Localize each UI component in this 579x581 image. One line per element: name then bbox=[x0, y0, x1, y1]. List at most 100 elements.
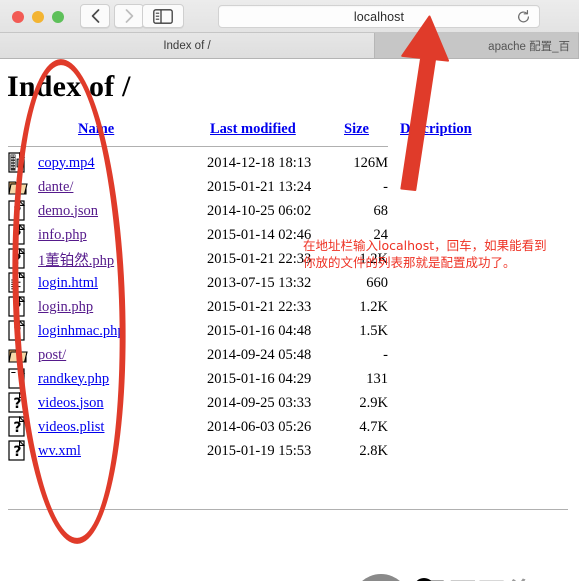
close-window-icon[interactable] bbox=[12, 11, 24, 23]
file-link[interactable]: randkey.php bbox=[38, 371, 109, 387]
file-link[interactable]: post/ bbox=[38, 347, 66, 363]
annotation-note: 在地址栏输入localhost，回车，如果能看到 你放的文件的列表那就是配置成功… bbox=[303, 237, 565, 271]
file-link[interactable]: demo.json bbox=[38, 203, 98, 219]
sidebar-toggle-button[interactable] bbox=[142, 4, 184, 28]
page-content: Index of / Name Last modified Size Descr… bbox=[0, 59, 579, 581]
chevron-right-icon bbox=[125, 9, 133, 23]
unknown-icon: ? bbox=[0, 247, 38, 271]
page-title: Index of / bbox=[7, 70, 131, 103]
tab-label: apache 配置_百 bbox=[488, 40, 570, 53]
file-link[interactable]: info.php bbox=[38, 227, 87, 243]
tab-label: Index of / bbox=[163, 39, 211, 52]
file-modified-cell: 2013-07-15 13:32 bbox=[207, 274, 312, 291]
text-icon bbox=[0, 271, 38, 295]
file-description-cell bbox=[392, 391, 510, 415]
column-header-last-modified[interactable]: Last modified bbox=[204, 121, 338, 144]
browser-toolbar: localhost bbox=[0, 0, 579, 33]
file-name-cell: randkey.php bbox=[38, 367, 204, 391]
window-controls bbox=[12, 11, 64, 23]
file-name-cell: dante/ bbox=[38, 175, 204, 199]
svg-text:?: ? bbox=[13, 204, 21, 220]
watermark: 黑区网络 www.heiqu.com Linux 公社 www.Linuxidc… bbox=[352, 564, 579, 581]
annotation-note-line-1: 在地址栏输入localhost，回车，如果能看到 bbox=[303, 238, 547, 253]
tab-apache-config[interactable]: apache 配置_百 bbox=[375, 33, 579, 58]
svg-text:?: ? bbox=[13, 300, 21, 316]
directory-listing-table: Name Last modified Size Description copy… bbox=[0, 121, 510, 463]
chevron-left-icon bbox=[91, 9, 99, 23]
file-size-cell: 660 bbox=[366, 274, 388, 291]
file-modified-cell: 2015-01-16 04:48 bbox=[207, 322, 312, 339]
unknown-icon: ? bbox=[0, 223, 38, 247]
reload-button[interactable] bbox=[516, 9, 531, 24]
file-name-cell: login.html bbox=[38, 271, 204, 295]
minimize-window-icon[interactable] bbox=[32, 11, 44, 23]
file-link[interactable]: videos.plist bbox=[38, 419, 104, 435]
table-row: randkey.php 2015-01-16 04:29 131 bbox=[0, 367, 510, 391]
file-size-cell: 1.5K bbox=[359, 322, 388, 339]
file-modified-cell: 2014-09-24 05:48 bbox=[207, 346, 312, 363]
file-description-cell bbox=[392, 295, 510, 319]
file-name-cell: login.php bbox=[38, 295, 204, 319]
file-link[interactable]: login.php bbox=[38, 299, 93, 315]
file-description-cell bbox=[392, 199, 510, 223]
file-name-cell: demo.json bbox=[38, 199, 204, 223]
file-name-cell: loginhmac.php bbox=[38, 319, 204, 343]
sort-by-date-link[interactable]: Last modified bbox=[210, 121, 296, 137]
watermark-logo-circle bbox=[352, 574, 410, 581]
file-name-cell: 1董铂然.php bbox=[38, 247, 204, 271]
file-modified-cell: 2014-09-25 03:33 bbox=[207, 394, 312, 411]
tab-bar: Index of / apache 配置_百 bbox=[0, 33, 579, 59]
file-link[interactable]: wv.xml bbox=[38, 443, 81, 459]
unknown-icon: ? bbox=[0, 391, 38, 415]
file-link[interactable]: dante/ bbox=[38, 179, 73, 195]
forward-button[interactable] bbox=[114, 4, 144, 28]
table-row: dante/2015-01-21 13:24 - bbox=[0, 175, 510, 199]
column-header-name[interactable]: Name bbox=[38, 121, 204, 144]
table-row: ? loginhmac.php 2015-01-16 04:48 1.5K bbox=[0, 319, 510, 343]
column-header-size[interactable]: Size bbox=[338, 121, 392, 144]
file-link[interactable]: copy.mp4 bbox=[38, 155, 95, 171]
svg-text:?: ? bbox=[13, 252, 21, 268]
table-row: ? login.php 2015-01-21 22:33 1.2K bbox=[0, 295, 510, 319]
film-icon bbox=[0, 151, 38, 175]
file-size-cell: 2.8K bbox=[359, 442, 388, 459]
table-header-row: Name Last modified Size Description bbox=[0, 121, 510, 144]
file-description-cell bbox=[392, 319, 510, 343]
folder-icon bbox=[0, 175, 38, 199]
header-divider-cell bbox=[0, 144, 510, 151]
svg-text:?: ? bbox=[13, 396, 21, 412]
sort-by-name-link[interactable]: Name bbox=[78, 121, 114, 137]
sort-by-size-link[interactable]: Size bbox=[344, 121, 369, 137]
table-row: ? demo.json 2014-10-25 06:02 68 bbox=[0, 199, 510, 223]
unknown-icon: ? bbox=[0, 199, 38, 223]
column-header-description[interactable]: Description bbox=[392, 121, 510, 144]
file-size-cell: - bbox=[383, 178, 388, 195]
table-row: ? videos.plist 2014-06-03 05:26 4.7K bbox=[0, 415, 510, 439]
annotation-note-line-2: 你放的文件的列表那就是配置成功了。 bbox=[303, 255, 516, 270]
tab-index-of[interactable]: Index of / bbox=[0, 33, 375, 58]
table-row: copy.mp4 2014-12-18 18:13 126M bbox=[0, 151, 510, 175]
file-description-cell bbox=[392, 439, 510, 463]
address-bar[interactable]: localhost bbox=[218, 5, 540, 28]
file-size-cell: 2.9K bbox=[359, 394, 388, 411]
zoom-window-icon[interactable] bbox=[52, 11, 64, 23]
file-modified-cell: 2014-12-18 18:13 bbox=[207, 154, 312, 171]
file-link[interactable]: loginhmac.php bbox=[38, 323, 125, 339]
file-link[interactable]: videos.json bbox=[38, 395, 104, 411]
sort-by-description-link[interactable]: Description bbox=[400, 121, 472, 137]
file-size-cell: - bbox=[383, 346, 388, 363]
file-modified-cell: 2015-01-16 04:29 bbox=[207, 370, 312, 387]
back-button[interactable] bbox=[80, 4, 110, 28]
unknown-icon: ? bbox=[0, 319, 38, 343]
file-link[interactable]: 1董铂然.php bbox=[38, 253, 114, 269]
file-link[interactable]: login.html bbox=[38, 275, 98, 291]
sidebar-icon bbox=[153, 8, 173, 24]
file-name-cell: info.php bbox=[38, 223, 204, 247]
file-name-cell: copy.mp4 bbox=[38, 151, 204, 175]
file-size-cell: 4.7K bbox=[359, 418, 388, 435]
file-modified-cell: 2014-06-03 05:26 bbox=[207, 418, 312, 435]
folder-icon bbox=[0, 343, 38, 367]
table-row: ? videos.json 2014-09-25 03:33 2.9K bbox=[0, 391, 510, 415]
reload-icon bbox=[518, 9, 529, 22]
svg-text:?: ? bbox=[13, 228, 21, 244]
